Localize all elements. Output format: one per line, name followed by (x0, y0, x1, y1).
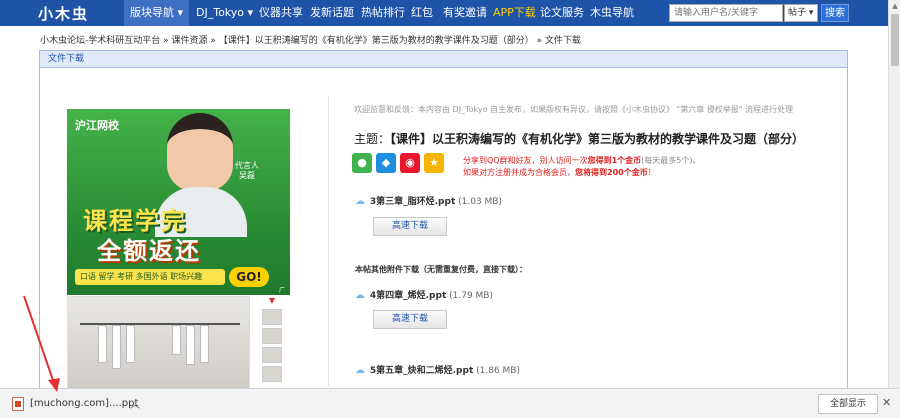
reward-line1-a: 分享到QQ群和好友，别人访问一次 (463, 156, 588, 165)
panel-title: 文件下载 (40, 51, 847, 68)
nav-item-instrument-share[interactable]: 仪器共享 (253, 0, 309, 26)
cloud-download-icon: ☁ (355, 365, 365, 376)
share-icons: ● ◆ ◉ ★ (352, 153, 448, 173)
ad-thumbnail[interactable] (262, 366, 282, 382)
ad-closet-garment (98, 325, 107, 363)
fast-download-button[interactable]: 高速下载 (373, 217, 447, 236)
qzone-star-icon[interactable]: ★ (424, 153, 444, 173)
ad-thumbnail[interactable] (262, 347, 282, 363)
nav-item-new-topic[interactable]: 发新话题 (304, 0, 360, 26)
nav-item-user[interactable]: DJ_Tokyo ▾ (190, 0, 259, 26)
file-size: (1.79 MB) (449, 291, 493, 301)
top-nav: 小木虫 版块导航 ▾ DJ_Tokyo ▾ 仪器共享 发新话题 热帖排行 红包 … (0, 0, 888, 26)
ad-portrait (167, 113, 233, 191)
subject-title[interactable]: 【课件】以王积涛编写的《有机化学》第三版为教材的教学课件及习题（部分） (390, 132, 804, 146)
search-type-select[interactable]: 帖子 ▾ (784, 4, 818, 22)
scroll-up-icon[interactable]: ▲ (891, 2, 899, 10)
reward-line2-c: ！ (647, 168, 656, 177)
weibo-icon[interactable]: ◉ (400, 153, 420, 173)
subject-label: 主题： (354, 132, 391, 146)
fast-download-button[interactable]: 高速下载 (373, 310, 447, 329)
chevron-up-icon[interactable]: ︿ (130, 396, 140, 411)
file-name[interactable]: 5第五章_炔和二烯烃.ppt (370, 366, 473, 376)
nav-item-board-nav[interactable]: 版块导航 ▾ (124, 0, 190, 26)
ad-closet-image[interactable] (67, 296, 250, 389)
file-name[interactable]: 4第四章_烯烃.ppt (370, 291, 446, 301)
ad-category-strip: 口语 留学 考研 多国外语 职场兴趣 (75, 269, 225, 285)
share-reward-text: 分享到QQ群和好友，别人访问一次您得到1个金币(每天最多5个)。 如果对方注册并… (463, 155, 701, 179)
thread-subject: 主题：【课件】以王积涛编写的《有机化学》第三版为教材的教学课件及习题（部分） (354, 130, 804, 147)
file-name[interactable]: 3第三章_脂环烃.ppt (370, 197, 455, 207)
file-item: ☁ 3第三章_脂环烃.ppt (1.03 MB) (355, 194, 502, 207)
other-attachments-heading: 本帖其他附件下载（无需重复付费，直接下载）： (355, 265, 527, 274)
ad-closet-garment (172, 325, 181, 355)
ad-go-button[interactable]: GO! (229, 267, 269, 287)
file-size: (1.03 MB) (458, 197, 502, 207)
file-item: ☁ 4第四章_烯烃.ppt (1.79 MB) (355, 288, 493, 301)
ad-closet-garment (200, 325, 209, 363)
wechat-icon[interactable]: ● (352, 153, 372, 173)
ppt-file-icon[interactable] (12, 397, 24, 411)
ad-closet-garment (112, 325, 121, 369)
downloaded-file-name[interactable]: [muchong.com]....ppt (30, 398, 138, 409)
file-item: ☁ 5第五章_炔和二烯烃.ppt (1.86 MB) (355, 363, 520, 376)
ad-logo: 沪江网校 (75, 119, 119, 132)
reward-line1-c: (每天最多5个)。 (641, 156, 701, 165)
ad-thumbnail[interactable] (262, 328, 282, 344)
show-all-button[interactable]: 全部显示 (818, 394, 878, 414)
ad-thumbnail-strip: ▼ (260, 296, 284, 389)
reward-line2-a: 如果对方注册并成为合格会员， (463, 168, 575, 177)
nav-item-invite[interactable]: 有奖邀请 (437, 0, 493, 26)
scroll-thumb[interactable] (891, 14, 899, 66)
column-divider (328, 96, 329, 386)
search-input[interactable] (669, 4, 783, 22)
qq-icon[interactable]: ◆ (376, 153, 396, 173)
search-button[interactable]: 搜索 (821, 4, 849, 22)
nav-item-muchong-nav[interactable]: 木虫导航 (584, 0, 640, 26)
reward-line2-b: 您将得到200个金币 (575, 168, 648, 177)
ad-spokesperson: 代言人 吴磊 (235, 161, 259, 180)
file-download-panel: 文件下载 沪江网校 代言人 吴磊 课程学完 全额返还 口语 留学 考研 多国外语… (39, 50, 848, 389)
ad-closet-garment (126, 325, 135, 363)
cloud-download-icon: ☁ (355, 290, 365, 301)
chevron-down-icon[interactable]: ▼ (260, 296, 284, 306)
nav-item-paper-service[interactable]: 论文服务 (534, 0, 590, 26)
ad-headline-2: 全额返还 (97, 237, 201, 265)
site-logo[interactable]: 小木虫 (38, 3, 89, 24)
nav-item-red-packet[interactable]: 红包 (405, 0, 439, 26)
reward-line1-b: 您得到1个金币 (587, 156, 642, 165)
file-size: (1.86 MB) (476, 366, 520, 376)
copyright-notice: 欢迎监督和反馈：本内容由 DJ_Tokyo 自主发布，如果版权有异议，请按照《小… (354, 105, 793, 114)
page-scrollbar[interactable]: ▲ (888, 0, 900, 388)
close-icon[interactable]: ✕ (882, 396, 891, 409)
ad-banner[interactable]: 沪江网校 代言人 吴磊 课程学完 全额返还 口语 留学 考研 多国外语 职场兴趣… (67, 109, 290, 295)
cloud-download-icon: ☁ (355, 196, 365, 207)
nav-item-hot-ranking[interactable]: 热帖排行 (355, 0, 411, 26)
breadcrumb[interactable]: 小木虫论坛-学术科研互动平台 » 课件资源 » 【课件】以王积涛编写的《有机化学… (40, 33, 581, 46)
ad-closet-garment (186, 325, 195, 365)
ad-tag: 广告 (279, 287, 286, 294)
browser-download-bar: [muchong.com]....ppt ︿ 全部显示 ✕ (0, 388, 900, 418)
ad-thumbnail[interactable] (262, 309, 282, 325)
